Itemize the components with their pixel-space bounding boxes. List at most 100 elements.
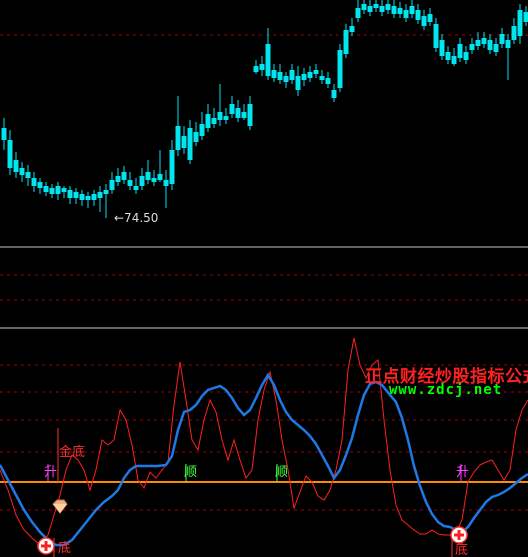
candle-body <box>163 180 169 186</box>
candle-body <box>373 4 379 8</box>
candle <box>7 130 13 175</box>
candle <box>427 8 433 26</box>
candle-body <box>493 44 499 52</box>
candle <box>151 170 157 186</box>
candle-body <box>391 6 397 14</box>
candle-body <box>427 14 433 22</box>
candle-body <box>217 112 223 120</box>
candle-body <box>451 56 457 64</box>
candle-body <box>301 74 307 80</box>
candle <box>295 66 301 96</box>
price-candles <box>1 0 528 218</box>
candle <box>379 0 385 16</box>
candle-body <box>157 174 163 180</box>
candle-body <box>421 16 427 26</box>
candle-body <box>325 78 331 84</box>
candle-body <box>253 66 259 72</box>
candle <box>325 72 331 88</box>
blue-oscillator-line <box>0 372 528 547</box>
candle <box>73 188 79 204</box>
candle-body <box>289 70 295 80</box>
candle-body <box>283 76 289 82</box>
candle <box>1 118 7 150</box>
candle-body <box>445 52 451 60</box>
cross-circle-icon <box>450 526 468 544</box>
candle <box>133 178 139 194</box>
candle <box>253 60 259 74</box>
signal-sheng-1: 升 <box>44 464 57 482</box>
candle <box>457 38 463 62</box>
candle-body <box>169 150 175 184</box>
candle-body <box>241 112 247 118</box>
candle-body <box>259 64 265 70</box>
candle-body <box>331 90 337 98</box>
candle-body <box>25 172 31 178</box>
candle-body <box>523 12 528 22</box>
candle-body <box>349 26 355 32</box>
label-sheng-1: 升 <box>44 465 57 480</box>
candle <box>175 96 181 156</box>
candle <box>85 192 91 208</box>
label-sheng-2: 升 <box>456 465 469 480</box>
candle-body <box>73 192 79 198</box>
candle <box>469 38 475 54</box>
candle <box>223 108 229 124</box>
candle-body <box>277 72 283 80</box>
candle <box>235 100 241 122</box>
candle-body <box>313 70 319 74</box>
candle <box>499 28 505 48</box>
candle-body <box>79 194 85 200</box>
candle-body <box>19 168 25 175</box>
candle <box>397 2 403 18</box>
candle-body <box>115 176 121 182</box>
low-price-label: ←74.50 <box>114 211 158 225</box>
candle-body <box>97 192 103 198</box>
candle-body <box>1 128 7 140</box>
candle-body <box>31 178 37 186</box>
candle <box>247 96 253 130</box>
candle-body <box>13 160 19 172</box>
candle-body <box>271 70 277 78</box>
candle-body <box>127 180 133 186</box>
candle <box>169 140 175 190</box>
candle <box>25 165 31 186</box>
candle <box>445 46 451 64</box>
candle <box>97 186 103 212</box>
candle-body <box>379 6 385 12</box>
candle-body <box>511 26 517 40</box>
candle <box>463 46 469 64</box>
cross-circle-icon <box>37 537 55 555</box>
candle <box>193 122 199 146</box>
candle <box>319 70 325 84</box>
candle-body <box>181 136 187 148</box>
candle <box>121 166 127 184</box>
candle <box>343 24 349 58</box>
candle-body <box>199 124 205 136</box>
candle <box>355 0 361 22</box>
candle <box>385 0 391 14</box>
candle-body <box>307 72 313 78</box>
candle <box>211 108 217 128</box>
candle <box>415 4 421 24</box>
candle-body <box>475 40 481 46</box>
candle <box>157 150 163 182</box>
candle-body <box>355 8 361 18</box>
candle-body <box>145 172 151 180</box>
candle-body <box>91 194 97 200</box>
candle-body <box>361 4 367 10</box>
candle <box>43 182 49 196</box>
candle-body <box>415 10 421 20</box>
candle-body <box>319 76 325 80</box>
candle <box>55 182 61 200</box>
candle <box>403 4 409 22</box>
candle-body <box>487 40 493 50</box>
signal-sheng-2: 升 <box>456 464 469 482</box>
candle <box>523 6 528 26</box>
candle <box>265 28 271 80</box>
grid-lines <box>0 34 528 511</box>
candle-body <box>49 188 55 194</box>
candle <box>487 34 493 54</box>
candle <box>217 84 223 126</box>
candle <box>271 64 277 82</box>
signal-shun-1: 顺 <box>184 464 197 482</box>
